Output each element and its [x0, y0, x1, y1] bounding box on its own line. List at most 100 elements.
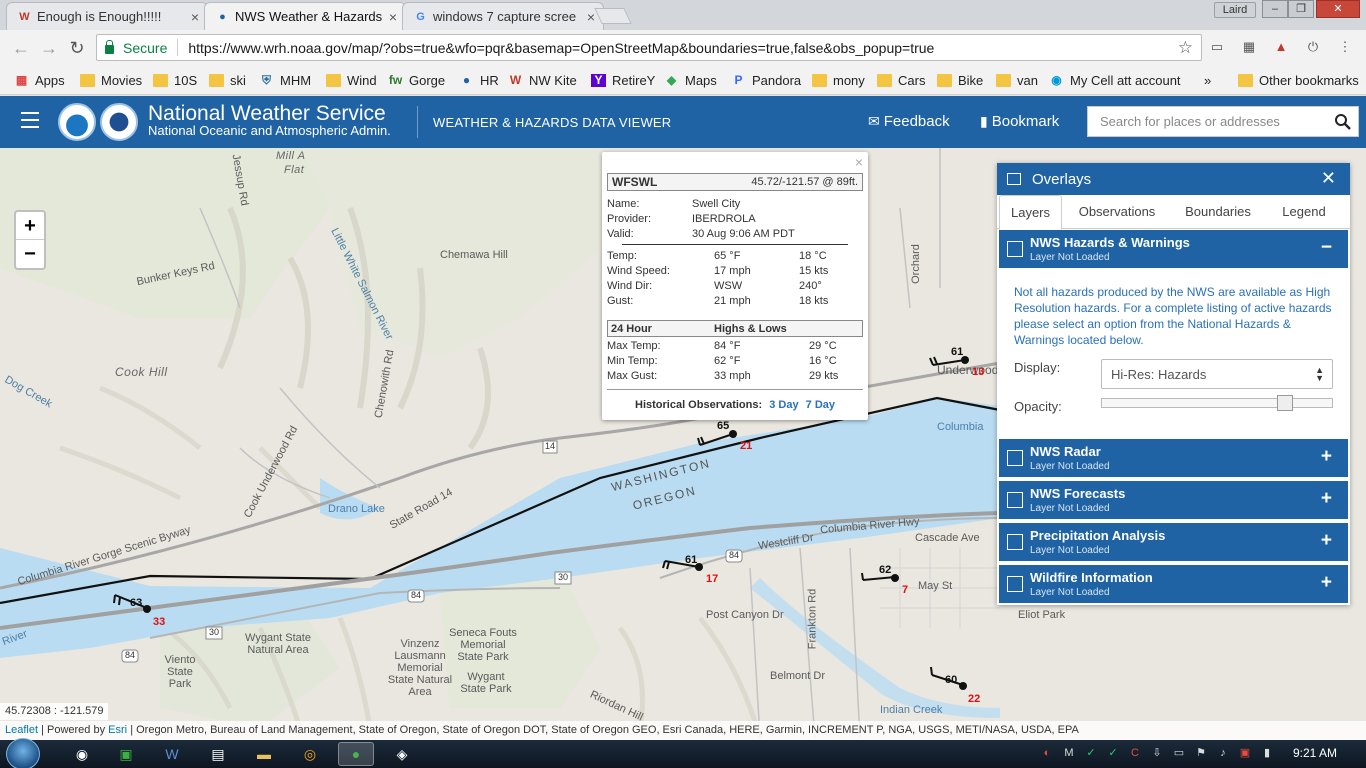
- bookmark-mhm[interactable]: ⛨ MHM: [259, 71, 311, 89]
- bookmark-maps[interactable]: ◆ Maps: [664, 71, 717, 89]
- search-icon[interactable]: [1334, 113, 1352, 131]
- display-select[interactable]: Hi-Res: Hazards ▲ ▼: [1101, 359, 1333, 389]
- zoom-out-button[interactable]: −: [16, 240, 44, 268]
- tray-icon[interactable]: ✓: [1084, 746, 1098, 760]
- taskbar-tool-icon[interactable]: ◈: [384, 742, 420, 766]
- chrome-menu-icon[interactable]: ⋮: [1336, 38, 1354, 56]
- media-icon[interactable]: ◎: [292, 742, 328, 766]
- feedback-link[interactable]: ✉ Feedback: [868, 113, 950, 130]
- adobe-icon[interactable]: ▲: [1272, 38, 1290, 56]
- bookmark-link[interactable]: ▮ Bookmark: [980, 113, 1059, 130]
- window-close-icon[interactable]: ✕: [1316, 0, 1360, 18]
- extension-puzzle-icon[interactable]: ▦: [1240, 38, 1258, 56]
- bookmark-star-icon[interactable]: ☆: [1178, 38, 1193, 58]
- other-bookmarks[interactable]: Other bookmarks: [1238, 71, 1359, 89]
- bookmark-ski[interactable]: ski: [209, 71, 246, 89]
- bookmark-mony[interactable]: mony: [812, 71, 865, 89]
- layer-checkbox[interactable]: [1007, 241, 1023, 257]
- layer-nws-forecasts[interactable]: NWS Forecasts Layer Not Loaded +: [999, 481, 1348, 519]
- layer-checkbox[interactable]: [1007, 492, 1023, 508]
- bookmark-hr[interactable]: ● HR: [459, 71, 499, 89]
- start-button[interactable]: [6, 738, 40, 768]
- layer-checkbox[interactable]: [1007, 576, 1023, 592]
- explorer-icon[interactable]: ▬: [246, 742, 282, 766]
- tab-layers[interactable]: Layers: [999, 195, 1062, 230]
- new-tab-button[interactable]: [594, 8, 632, 24]
- bookmark-movies[interactable]: Movies: [80, 71, 142, 89]
- expand-icon[interactable]: +: [1321, 530, 1332, 552]
- excel-icon[interactable]: ▣: [108, 742, 144, 766]
- expand-icon[interactable]: +: [1321, 446, 1332, 468]
- forward-icon[interactable]: →: [38, 37, 60, 59]
- three-day-link[interactable]: 3 Day: [769, 399, 798, 411]
- calculator-icon[interactable]: ▤: [200, 742, 236, 766]
- tab-boundaries[interactable]: Boundaries: [1175, 195, 1261, 229]
- layer-checkbox[interactable]: [1007, 450, 1023, 466]
- chrome-icon[interactable]: ●: [338, 742, 374, 766]
- bookmark-bike[interactable]: Bike: [937, 71, 983, 89]
- tray-icon[interactable]: ▭: [1172, 746, 1186, 760]
- popup-close-button[interactable]: ×: [855, 154, 863, 170]
- cast-icon[interactable]: ▭: [1208, 38, 1226, 56]
- maximize-icon[interactable]: ❐: [1288, 0, 1314, 18]
- address-bar[interactable]: Secure https://www.wrh.noaa.gov/map/?obs…: [96, 34, 1202, 61]
- station-marker[interactable]: [695, 563, 703, 571]
- slider-handle[interactable]: [1277, 395, 1293, 411]
- layer-precipitation-analysis[interactable]: Precipitation Analysis Layer Not Loaded …: [999, 523, 1348, 561]
- bookmark-my-cell[interactable]: ◉ My Cell att account: [1049, 71, 1180, 89]
- station-marker[interactable]: [143, 605, 151, 613]
- tray-icon[interactable]: ✓: [1106, 746, 1120, 760]
- tab-close-icon[interactable]: ×: [389, 9, 397, 25]
- tab-legend[interactable]: Legend: [1269, 195, 1339, 229]
- bookmark-10s[interactable]: 10S: [153, 71, 197, 89]
- station-marker[interactable]: [729, 430, 737, 438]
- tab-observations[interactable]: Observations: [1067, 195, 1167, 229]
- bookmark-van[interactable]: van: [996, 71, 1038, 89]
- word-icon[interactable]: W: [154, 742, 190, 766]
- menu-icon[interactable]: [21, 112, 39, 128]
- station-marker[interactable]: [891, 574, 899, 582]
- zoom-in-button[interactable]: +: [16, 212, 44, 240]
- place-search-input[interactable]: Search for places or addresses: [1087, 106, 1359, 137]
- tab-close-icon[interactable]: ×: [587, 9, 595, 25]
- bookmark-retirey[interactable]: Y RetireY: [591, 71, 655, 89]
- layer-wildfire-information[interactable]: Wildfire Information Layer Not Loaded +: [999, 565, 1348, 603]
- flag-icon[interactable]: ⚑: [1194, 746, 1208, 760]
- tray-icon[interactable]: C: [1128, 746, 1142, 760]
- bookmark-cars[interactable]: Cars: [877, 71, 925, 89]
- tab-close-icon[interactable]: ×: [191, 9, 199, 25]
- minimize-icon[interactable]: –: [1262, 0, 1288, 18]
- overlays-close-button[interactable]: ✕: [1321, 168, 1336, 189]
- expand-icon[interactable]: +: [1321, 488, 1332, 510]
- layer-nws-hazards[interactable]: NWS Hazards & Warnings Layer Not Loaded …: [999, 230, 1348, 268]
- opacity-slider[interactable]: [1101, 395, 1333, 411]
- tray-icon[interactable]: ⇩: [1150, 746, 1164, 760]
- leaflet-link[interactable]: Leaflet: [5, 724, 38, 736]
- profile-button[interactable]: Laird: [1214, 2, 1256, 18]
- layer-checkbox[interactable]: [1007, 534, 1023, 550]
- bookmarks-overflow-button[interactable]: »: [1204, 71, 1211, 89]
- tray-icon[interactable]: ▣: [1238, 746, 1252, 760]
- tray-icon[interactable]: M: [1062, 746, 1076, 760]
- map-canvas[interactable]: 14 84 30 84 30 84 Mill A Flat Jessup Rd …: [0, 148, 1366, 740]
- station-marker[interactable]: [959, 682, 967, 690]
- seven-day-link[interactable]: 7 Day: [806, 399, 835, 411]
- volume-icon[interactable]: ♪: [1216, 746, 1230, 760]
- browser-tab[interactable]: G windows 7 capture scree ×: [402, 2, 604, 30]
- tray-icon[interactable]: ◐: [1040, 746, 1054, 760]
- esri-link[interactable]: Esri: [108, 724, 127, 736]
- station-marker[interactable]: [961, 356, 969, 364]
- browser-tab-active[interactable]: ● NWS Weather & Hazards ×: [204, 2, 406, 30]
- bookmark-gorge[interactable]: fw Gorge: [388, 71, 445, 89]
- bookmark-pandora[interactable]: P Pandora: [731, 71, 801, 89]
- browser-tab[interactable]: W Enough is Enough!!!!! ×: [6, 2, 208, 30]
- bookmark-apps[interactable]: ▦ Apps: [14, 71, 65, 89]
- layer-nws-radar[interactable]: NWS Radar Layer Not Loaded +: [999, 439, 1348, 477]
- back-icon[interactable]: ←: [10, 37, 32, 59]
- bookmark-wind[interactable]: Wind: [326, 71, 377, 89]
- network-icon[interactable]: ▮: [1260, 746, 1274, 760]
- reload-icon[interactable]: ↻: [66, 37, 88, 59]
- taskbar-app-icon[interactable]: ◉: [64, 742, 100, 766]
- taskbar-clock[interactable]: 9:21 AM: [1293, 746, 1337, 760]
- expand-icon[interactable]: +: [1321, 572, 1332, 594]
